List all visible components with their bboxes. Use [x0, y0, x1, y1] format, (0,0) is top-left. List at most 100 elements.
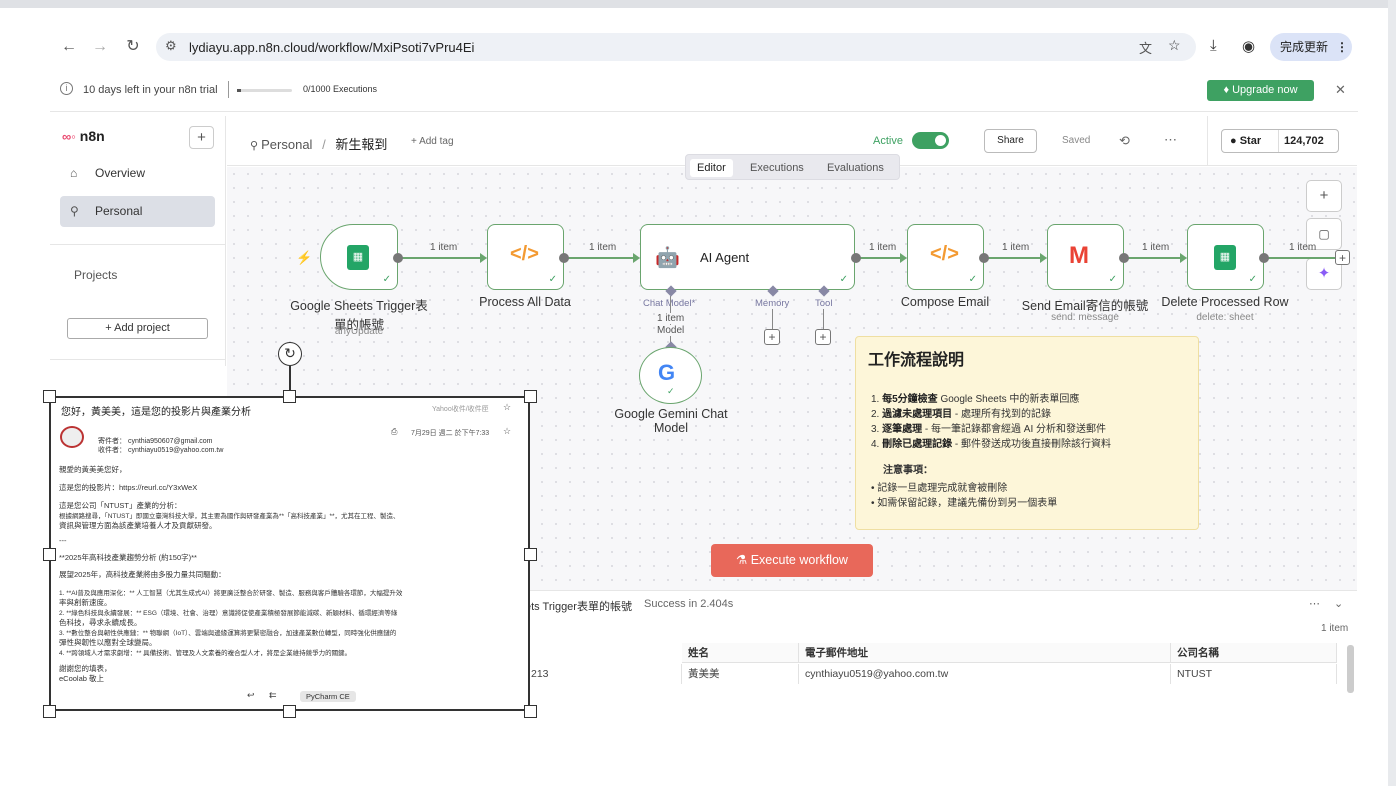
site-settings-icon[interactable]: ⚙ — [165, 38, 177, 54]
resize-handle[interactable] — [43, 705, 56, 718]
projects-heading: Projects — [74, 268, 118, 282]
output-item-count: 1 item — [1321, 623, 1349, 634]
output-port[interactable] — [393, 253, 403, 263]
resize-handle[interactable] — [283, 390, 296, 403]
check-icon: ✓ — [968, 274, 977, 285]
note-step: 2. 過濾未處理項目 - 處理所有找到的記錄 — [871, 405, 1051, 420]
address-bar[interactable]: ⚙ lydiayu.app.n8n.cloud/workflow/MxiPsot… — [156, 33, 1196, 61]
home-icon: ⌂ — [70, 166, 78, 180]
chevron-down-icon[interactable]: ⌄ — [1334, 597, 1343, 610]
view-tabs: Editor Executions Evaluations — [685, 154, 900, 180]
step-text: - 每一筆記錄都會經過 AI 分析和發送郵件 — [922, 424, 1107, 435]
divider — [50, 244, 225, 245]
node-delete-processed-row[interactable]: ▦ ✓ — [1187, 224, 1264, 290]
email-body-line: eCoolab 敬上 — [59, 674, 105, 683]
sticky-note[interactable]: 工作流程說明 1. 每5分鐘檢查 Google Sheets 中的新表單回應 2… — [855, 336, 1199, 530]
reload-icon[interactable]: ↻ — [123, 37, 143, 57]
node-title-line: Google Gemini Chat — [614, 407, 728, 421]
github-star-label: ● Star — [1230, 135, 1261, 147]
back-arrow-icon[interactable]: ← — [59, 37, 79, 57]
scrollbar[interactable] — [1347, 645, 1354, 693]
arrow-icon — [1040, 253, 1047, 263]
email-screenshot-overlay[interactable]: 您好，黃美美，這是您的投影片與產業分析 Yahoo收件/收件匣 ☆ 寄件者： c… — [49, 396, 530, 711]
browser-update-button[interactable]: 完成更新 ⋮ — [1270, 33, 1352, 61]
output-port[interactable] — [1259, 253, 1269, 263]
resize-handle[interactable] — [43, 390, 56, 403]
node-process-all-data[interactable]: </> ✓ — [487, 224, 564, 290]
reply-icon[interactable]: ↩ — [247, 690, 255, 701]
resize-handle[interactable] — [524, 548, 537, 561]
add-memory-button[interactable]: + — [764, 329, 780, 345]
table-cell: NTUST — [1171, 664, 1337, 684]
node-subtitle: anyUpdate — [334, 326, 384, 337]
node-title: AI Agent — [700, 250, 750, 265]
github-star-button[interactable]: ● Star 124,702 — [1221, 129, 1339, 153]
zoom-in-button[interactable]: + — [1306, 180, 1342, 212]
add-project-button[interactable]: + Add project — [67, 318, 208, 339]
rotate-handle-icon[interactable]: ↻ — [278, 342, 302, 366]
note-bullet: • 如需保留記錄，建議先備份到另一個表單 — [871, 498, 1058, 509]
workflow-name[interactable]: 新生報到 — [335, 137, 387, 152]
bookmark-star-icon[interactable]: ☆ — [1168, 37, 1181, 54]
connection-item-count: 1 item — [1142, 242, 1170, 253]
google-sheets-icon: ▦ — [1214, 245, 1236, 270]
breadcrumb-project[interactable]: Personal — [261, 137, 312, 152]
output-port[interactable] — [979, 253, 989, 263]
execute-workflow-button[interactable]: ⚗ Execute workflow — [711, 544, 873, 577]
node-ai-agent[interactable]: 🤖 AI Agent ✓ — [640, 224, 855, 290]
resize-handle[interactable] — [524, 390, 537, 403]
resize-handle[interactable] — [43, 548, 56, 561]
email-body-line: 這是您的投影片：https://reurl.cc/Y3xWeX — [59, 483, 198, 492]
star-icon[interactable]: ☆ — [503, 426, 511, 437]
output-status: Success in 2.404s — [644, 598, 734, 610]
share-button[interactable]: Share — [984, 129, 1037, 153]
translate-icon[interactable]: 文 — [1139, 38, 1152, 57]
column-header: 姓名 — [682, 643, 799, 663]
output-port[interactable] — [1119, 253, 1129, 263]
resize-handle[interactable] — [283, 705, 296, 718]
email-body-line: 根據網路搜尋，「NTUST」即國立臺灣科技大學，其主要為國作與研發產業為**「高… — [59, 513, 400, 520]
node-send-email[interactable]: M ✓ — [1047, 224, 1124, 290]
node-compose-email[interactable]: </> ✓ — [907, 224, 984, 290]
resize-handle[interactable] — [524, 705, 537, 718]
add-tag-button[interactable]: + Add tag — [411, 136, 454, 147]
download-icon[interactable]: ⤓ — [1210, 37, 1217, 54]
output-port[interactable] — [559, 253, 569, 263]
sidebar-item-overview[interactable]: ⌂ Overview — [60, 158, 215, 189]
tab-executions[interactable]: Executions — [743, 159, 811, 177]
check-icon: ✓ — [548, 274, 557, 285]
more-options-icon[interactable]: ⋯ — [1164, 132, 1177, 148]
reply-all-icon[interactable]: ⇇ — [269, 690, 277, 701]
add-tool-button[interactable]: + — [815, 329, 831, 345]
tab-editor[interactable]: Editor — [690, 159, 733, 177]
output-port[interactable] — [851, 253, 861, 263]
upgrade-button[interactable]: ♦ Upgrade now — [1207, 80, 1314, 101]
node-title: Compose Email — [900, 295, 990, 309]
url-text: lydiayu.app.n8n.cloud/workflow/MxiPsoti7… — [189, 40, 475, 55]
active-toggle[interactable] — [912, 132, 949, 149]
forward-arrow-icon[interactable]: → — [90, 37, 110, 57]
note-step: 3. 逐筆處理 - 每一筆記錄都會經過 AI 分析和發送郵件 — [871, 420, 1106, 435]
node-google-gemini-chat-model[interactable]: G ✓ — [639, 347, 702, 404]
executions-progress-bar — [237, 89, 292, 92]
close-icon[interactable]: ✕ — [1335, 82, 1346, 98]
tab-evaluations[interactable]: Evaluations — [820, 159, 891, 177]
n8n-logo-icon: ∞◦ — [62, 129, 76, 144]
add-node-button[interactable]: + — [1335, 250, 1350, 265]
more-options-icon[interactable]: ⋯ — [1309, 597, 1320, 610]
print-icon[interactable]: ⎙ — [391, 427, 397, 437]
flask-icon: ⚗ — [736, 553, 751, 567]
check-icon: ✓ — [382, 274, 391, 285]
email-folder-tag: Yahoo收件/收件匣 — [432, 406, 489, 413]
connection-item-count: 1 item — [1002, 242, 1030, 253]
star-icon[interactable]: ☆ — [503, 402, 511, 413]
profile-icon[interactable]: ◉ — [1242, 37, 1255, 55]
n8n-logo[interactable]: ∞◦ n8n — [62, 128, 105, 144]
connection — [988, 257, 1045, 259]
history-icon[interactable]: ⟲ — [1119, 133, 1130, 149]
create-button[interactable]: + — [189, 126, 214, 149]
node-google-sheets-trigger[interactable]: ▦ ✓ — [320, 224, 398, 290]
sidebar-item-personal[interactable]: ⚲ Personal — [60, 196, 215, 227]
user-icon: ⚲ — [250, 140, 262, 152]
email-body-line: --- — [59, 536, 67, 545]
